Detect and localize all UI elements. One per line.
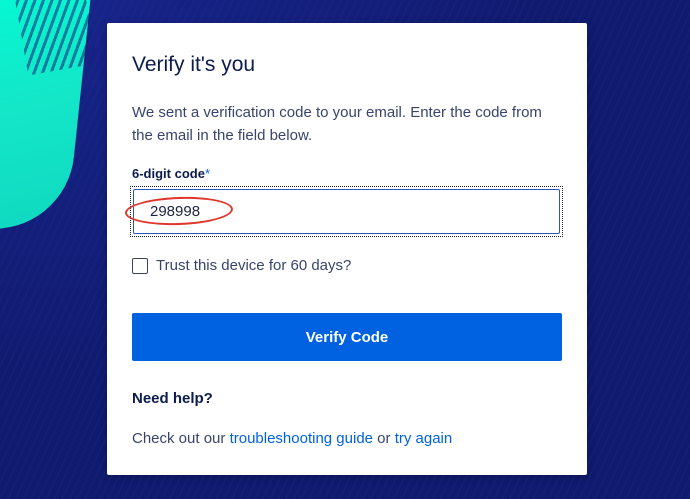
help-text-middle: or [373, 430, 395, 447]
verification-card: Verify it's you We sent a verification c… [107, 23, 587, 475]
verify-code-button[interactable]: Verify Code [132, 313, 562, 361]
need-help-heading: Need help? [132, 390, 213, 407]
help-text: Check out our troubleshooting guide or t… [132, 430, 452, 447]
code-field-label-text: 6-digit code [132, 166, 205, 181]
troubleshooting-guide-link[interactable]: troubleshooting guide [230, 430, 373, 447]
trust-device-checkbox[interactable] [132, 257, 148, 274]
page-title: Verify it's you [132, 53, 256, 76]
code-field-focus-ring [130, 186, 563, 237]
trust-device-label[interactable]: Trust this device for 60 days? [156, 257, 351, 274]
decorative-streak [12, 0, 98, 76]
help-text-prefix: Check out our [132, 430, 230, 447]
trust-device-row[interactable]: Trust this device for 60 days? [132, 257, 351, 274]
code-field-label: 6-digit code* [132, 166, 210, 181]
try-again-link[interactable]: try again [395, 430, 453, 447]
required-marker: * [204, 166, 211, 181]
instructions-text: We sent a verification code to your emai… [132, 104, 542, 144]
code-input[interactable] [133, 189, 560, 234]
